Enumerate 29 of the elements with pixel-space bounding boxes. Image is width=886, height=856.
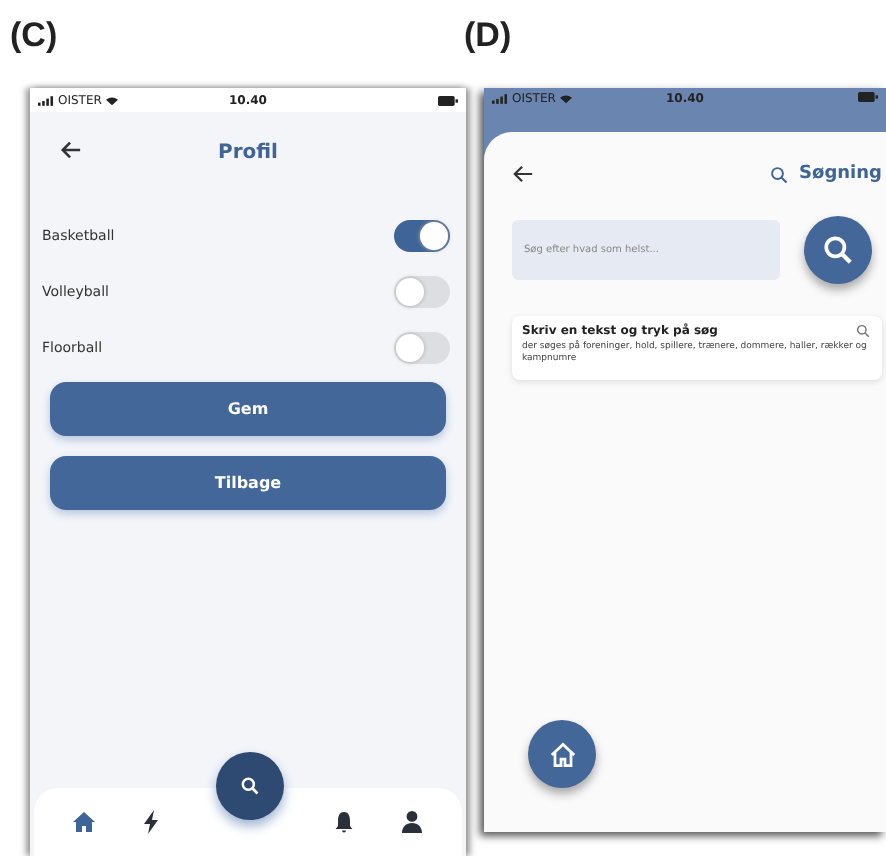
panel-label: (C) xyxy=(10,14,60,58)
signal-icon xyxy=(492,94,508,104)
home-button[interactable] xyxy=(528,720,596,788)
wifi-icon xyxy=(559,94,572,104)
wifi-icon xyxy=(105,95,118,105)
panel-label: (D) xyxy=(464,14,514,58)
signal-icon xyxy=(38,95,54,105)
bell-icon[interactable] xyxy=(332,810,356,834)
toggle-switch[interactable] xyxy=(394,220,450,252)
search-button[interactable] xyxy=(804,216,872,284)
battery-icon xyxy=(437,95,458,105)
toggle-switch[interactable] xyxy=(394,276,450,308)
lightning-icon[interactable] xyxy=(140,810,164,834)
action-button[interactable]: Tilbage xyxy=(50,456,446,510)
search-icon xyxy=(856,324,870,338)
back-arrow-icon[interactable] xyxy=(512,164,534,184)
battery-icon xyxy=(857,92,878,102)
home-icon xyxy=(547,739,577,769)
user-icon[interactable] xyxy=(400,810,424,834)
search-icon xyxy=(769,165,788,183)
home-icon[interactable] xyxy=(72,810,96,834)
screen-title: Søgning xyxy=(799,164,882,184)
search-icon xyxy=(822,234,854,266)
search-icon xyxy=(240,776,260,796)
screen-title: Profil xyxy=(218,141,278,163)
toggle-switch[interactable] xyxy=(394,332,450,364)
search-button[interactable] xyxy=(216,752,284,820)
action-button[interactable]: Gem xyxy=(50,382,446,436)
back-arrow-icon[interactable] xyxy=(60,140,82,160)
